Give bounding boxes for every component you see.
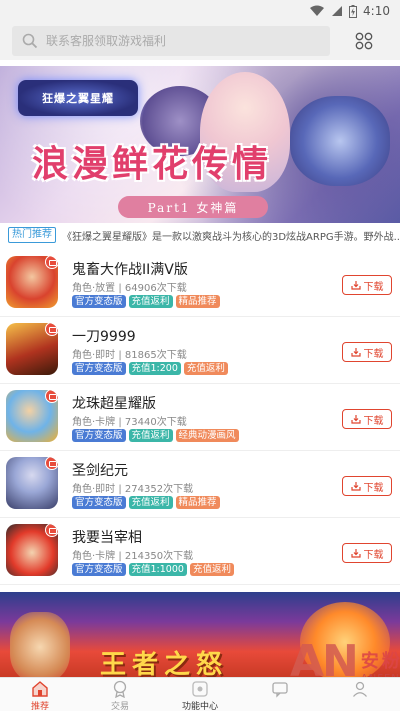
tab-trade[interactable]: 交易 bbox=[80, 678, 160, 711]
game-list: 鬼畜大作战II满V版 角色·放置 | 64906次下载 官方变态版 充值返利 精… bbox=[0, 250, 400, 588]
game-tag: 充值返利 bbox=[189, 563, 234, 576]
game-name: 我要当宰相 bbox=[72, 530, 142, 546]
game-meta: 角色·卡牌 | 214350次下载 bbox=[72, 551, 194, 562]
download-icon bbox=[350, 281, 361, 290]
game-icon bbox=[6, 457, 58, 509]
game-row[interactable]: 龙珠超星耀版 角色·卡牌 | 73440次下载 官方变态版 充值返利 经典动漫画… bbox=[0, 384, 400, 451]
home-icon bbox=[32, 681, 48, 697]
game-row[interactable]: 圣剑纪元 角色·即时 | 274352次下载 官方变态版 充值返利 精品推荐 下… bbox=[0, 451, 400, 518]
game-name: 鬼畜大作战II满V版 bbox=[72, 262, 188, 278]
download-label: 下载 bbox=[363, 348, 384, 360]
battery-charging-icon bbox=[349, 4, 358, 18]
download-label: 下载 bbox=[363, 415, 384, 427]
tab-function-center[interactable]: 功能中心 bbox=[160, 678, 240, 711]
game-tag: 充值返利 bbox=[128, 496, 173, 509]
game-logo: 狂爆之翼星耀 bbox=[18, 80, 138, 116]
game-tags: 官方变态版 充值1:200 充值返利 bbox=[72, 362, 228, 375]
download-icon bbox=[350, 549, 361, 558]
banner-subline: Part1 女神篇 bbox=[118, 196, 268, 218]
hot-recommend-tag: 热门推荐 bbox=[8, 227, 56, 243]
search-header bbox=[0, 22, 400, 60]
message-icon bbox=[272, 682, 288, 698]
game-row[interactable]: 我要当宰相 角色·卡牌 | 214350次下载 官方变态版 充值1:1000 充… bbox=[0, 518, 400, 585]
banner-character bbox=[10, 612, 70, 677]
ticker-text: 《狂爆之翼星耀版》是一款以激爽战斗为核心的3D炫战ARPG手游。野外战... bbox=[62, 231, 400, 243]
game-tag: 经典动漫画风 bbox=[175, 429, 239, 442]
game-meta: 角色·即时 | 274352次下载 bbox=[72, 484, 194, 495]
download-button[interactable]: 下载 bbox=[342, 342, 392, 362]
game-icon bbox=[6, 256, 58, 308]
tab-label: 交易 bbox=[110, 702, 129, 711]
download-label: 下载 bbox=[363, 482, 384, 494]
game-tag: 精品推荐 bbox=[175, 295, 220, 308]
game-tag: 充值返利 bbox=[128, 295, 173, 308]
banner-title: 王者之怒 bbox=[100, 650, 229, 677]
game-tag: 充值返利 bbox=[183, 362, 228, 375]
download-label: 下载 bbox=[363, 549, 384, 561]
game-tags: 官方变态版 充值1:1000 充值返利 bbox=[72, 563, 234, 576]
game-tag: 充值1:200 bbox=[128, 362, 181, 375]
tab-label: 推荐 bbox=[30, 702, 49, 711]
status-bar: 4:10 bbox=[0, 0, 400, 22]
game-tags: 官方变态版 充值返利 精品推荐 bbox=[72, 496, 220, 509]
game-name: 圣剑纪元 bbox=[72, 463, 128, 479]
watermark-cn: 安粉丝 bbox=[360, 651, 400, 672]
game-row[interactable]: 鬼畜大作战II满V版 角色·放置 | 64906次下载 官方变态版 充值返利 精… bbox=[0, 250, 400, 317]
download-button[interactable]: 下载 bbox=[342, 409, 392, 429]
download-button[interactable]: 下载 bbox=[342, 543, 392, 563]
gift-badge-icon bbox=[45, 457, 58, 470]
profile-icon bbox=[353, 681, 367, 697]
gift-badge-icon bbox=[45, 323, 58, 336]
hot-recommend-ticker[interactable]: 热门推荐 《狂爆之翼星耀版》是一款以激爽战斗为核心的3D炫战ARPG手游。野外战… bbox=[0, 226, 400, 244]
game-name: 龙珠超星耀版 bbox=[72, 396, 156, 412]
tab-messages[interactable] bbox=[240, 678, 320, 711]
game-row[interactable]: 一刀9999 角色·即时 | 81865次下载 官方变态版 充值1:200 充值… bbox=[0, 317, 400, 384]
game-name: 一刀9999 bbox=[72, 329, 136, 345]
game-tags: 官方变态版 充值返利 经典动漫画风 bbox=[72, 429, 239, 442]
function-center-icon bbox=[192, 681, 208, 697]
game-tag: 充值返利 bbox=[128, 429, 173, 442]
game-icon bbox=[6, 524, 58, 576]
banner-headline: 浪漫鲜花传情 bbox=[32, 143, 273, 185]
game-tag: 官方变态版 bbox=[72, 429, 126, 442]
game-tag: 官方变态版 bbox=[72, 496, 126, 509]
signal-icon bbox=[332, 6, 343, 16]
grid-icon bbox=[355, 32, 373, 50]
game-tags: 官方变态版 充值返利 精品推荐 bbox=[72, 295, 220, 308]
status-time: 4:10 bbox=[363, 4, 390, 18]
gift-badge-icon bbox=[45, 390, 58, 403]
tab-label: 功能中心 bbox=[181, 702, 218, 711]
game-tag: 充值1:1000 bbox=[128, 563, 187, 576]
gift-badge-icon bbox=[45, 524, 58, 537]
download-label: 下载 bbox=[363, 281, 384, 293]
game-meta: 角色·即时 | 81865次下载 bbox=[72, 350, 187, 361]
gift-badge-icon bbox=[45, 256, 58, 269]
game-icon bbox=[6, 390, 58, 442]
download-button[interactable]: 下载 bbox=[342, 476, 392, 496]
trade-icon bbox=[113, 680, 127, 698]
download-icon bbox=[350, 482, 361, 491]
game-icon bbox=[6, 323, 58, 375]
search-input[interactable] bbox=[46, 34, 306, 48]
tab-recommend[interactable]: 推荐 bbox=[0, 678, 80, 711]
download-icon bbox=[350, 348, 361, 357]
bottom-tab-bar: 推荐 交易 功能中心 bbox=[0, 677, 400, 711]
game-tag: 官方变态版 bbox=[72, 563, 126, 576]
download-icon bbox=[350, 415, 361, 424]
game-tag: 精品推荐 bbox=[175, 496, 220, 509]
game-tag: 官方变态版 bbox=[72, 362, 126, 375]
search-bar[interactable] bbox=[12, 26, 330, 56]
banner-dragon-right bbox=[290, 96, 390, 186]
game-meta: 角色·卡牌 | 73440次下载 bbox=[72, 417, 187, 428]
download-button[interactable]: 下载 bbox=[342, 275, 392, 295]
promo-banner[interactable]: 狂爆之翼星耀 浪漫鲜花传情 Part1 女神篇 bbox=[0, 66, 400, 223]
category-grid-button[interactable] bbox=[352, 29, 376, 53]
app-screen: 4:10 狂爆之翼星耀 浪漫鲜花传情 Part1 女神篇 热门推荐 《狂爆之翼星… bbox=[0, 0, 400, 711]
game-meta: 角色·放置 | 64906次下载 bbox=[72, 283, 187, 294]
game-tag: 官方变态版 bbox=[72, 295, 126, 308]
wifi-icon bbox=[310, 5, 325, 16]
tab-profile[interactable] bbox=[320, 678, 400, 711]
search-icon bbox=[22, 33, 38, 49]
